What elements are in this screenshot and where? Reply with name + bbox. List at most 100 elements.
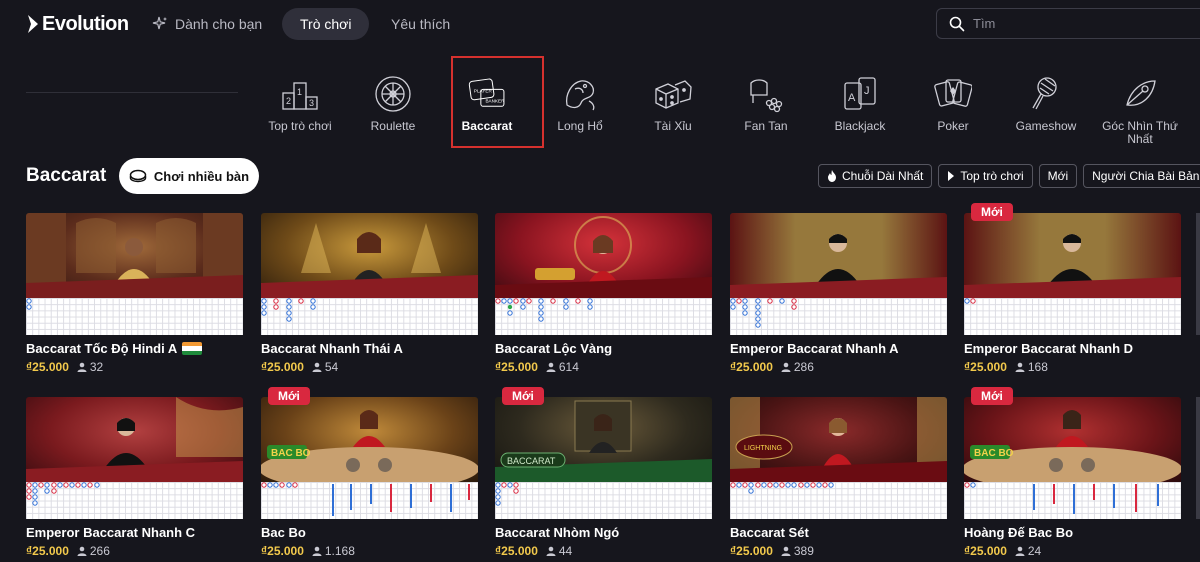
game-card[interactable]: Baccarat Lộc Vàng ₫25.000 614: [495, 213, 712, 374]
category-blackjack[interactable]: A J Blackjack: [815, 74, 905, 146]
game-thumbnail[interactable]: [495, 213, 712, 298]
player-count-value: 389: [793, 544, 814, 558]
player-count: 286: [781, 360, 814, 374]
game-title: Baccarat Sét: [730, 525, 809, 540]
new-badge: Mới: [971, 387, 1013, 405]
game-title: Baccarat Nhanh Thái A: [261, 341, 403, 356]
dealer-scene: BAC BO: [964, 410, 1181, 482]
logo-text: Evolution: [42, 12, 129, 35]
game-card[interactable]: Mới Emperor Baccarat Nhanh D ₫25.000 168: [964, 203, 1181, 374]
game-card[interactable]: Mới BAC BO Bac Bo ₫25.000 1.168: [261, 387, 478, 558]
svg-text:LIGHTNING: LIGHTNING: [744, 445, 782, 452]
min-bet: ₫25.000: [964, 544, 1007, 558]
game-thumbnail[interactable]: [964, 213, 1181, 298]
filter-new[interactable]: Mới: [1038, 164, 1078, 188]
dealer-scene: LIGHTNING: [730, 397, 947, 482]
roadmap-board: [26, 298, 243, 335]
player-count: 44: [546, 544, 572, 558]
game-title-row: Bac Bo: [261, 525, 478, 540]
search-input[interactable]: [973, 16, 1173, 31]
min-bet: ₫25.000: [730, 544, 773, 558]
game-card[interactable]: Mới BAC BO Hoàng Đế Bac Bo ₫25.000 24: [964, 387, 1181, 558]
game-title-row: Hoàng Đế Bac Bo: [964, 525, 1181, 540]
game-card[interactable]: Baccarat Nhanh Thái A ₫25.000 54: [261, 213, 478, 374]
fan-tan-icon: [746, 74, 786, 114]
roadmap-board: [495, 482, 712, 519]
game-title: Emperor Baccarat Nhanh C: [26, 525, 196, 540]
game-title: Baccarat Nhòm Ngó: [495, 525, 620, 540]
multi-table-icon: [129, 169, 147, 183]
game-thumbnail[interactable]: LIGHTNING: [730, 397, 947, 482]
min-bet: ₫25.000: [26, 360, 69, 374]
filter-label: Người Chia Bài Bản: [1092, 169, 1200, 183]
dealer-scene: [730, 213, 947, 298]
roadmap-board: [495, 298, 712, 335]
game-thumbnail[interactable]: BAC BO: [261, 397, 478, 482]
min-bet: ₫25.000: [730, 360, 773, 374]
roadmap-board: [261, 298, 478, 335]
min-bet: ₫25.000: [261, 544, 304, 558]
min-bet: ₫25.000: [26, 544, 69, 558]
game-meta: ₫25.000 54: [261, 360, 478, 374]
category-gameshow[interactable]: Gameshow: [1001, 74, 1091, 146]
category-sic-bo[interactable]: Tài Xỉu: [628, 74, 718, 146]
dealer-scene: BACCARAT: [495, 400, 712, 482]
user-icon: [1015, 362, 1025, 372]
svg-text:3: 3: [309, 98, 314, 108]
game-title-row: Baccarat Nhòm Ngó: [495, 525, 712, 540]
poker-cards-icon: [933, 74, 973, 114]
nav-for-you[interactable]: Dành cho bạn: [152, 8, 262, 40]
nav-favorites[interactable]: Yêu thích: [391, 8, 450, 40]
game-thumbnail[interactable]: [261, 213, 478, 298]
game-card[interactable]: Emperor Baccarat Nhanh A ₫25.000 286: [730, 213, 947, 374]
game-thumbnail[interactable]: [26, 213, 243, 298]
new-badge: Mới: [971, 203, 1013, 221]
player-count-value: 32: [89, 360, 104, 374]
category-top-games[interactable]: 1 2 3 Top trò chơi: [255, 74, 345, 146]
game-title-row: Baccarat Nhanh Thái A: [261, 341, 478, 356]
game-title: Emperor Baccarat Nhanh A: [730, 341, 899, 356]
multi-table-button[interactable]: Chơi nhiều bàn: [119, 158, 259, 194]
svg-text:2: 2: [286, 96, 291, 106]
player-count: 614: [546, 360, 579, 374]
filter-longest-streak[interactable]: Chuỗi Dài Nhất: [818, 164, 933, 188]
category-fan-tan[interactable]: Fan Tan: [721, 74, 811, 146]
game-thumbnail[interactable]: [26, 397, 243, 482]
filter-top-games[interactable]: Top trò chơi: [938, 164, 1033, 188]
section-title: Baccarat: [26, 165, 107, 186]
player-count: 54: [312, 360, 338, 374]
game-thumbnail[interactable]: BAC BO: [964, 397, 1181, 482]
game-title: Hoàng Đế Bac Bo: [964, 525, 1074, 540]
svg-text:J: J: [864, 85, 870, 97]
roadmap-board: [730, 482, 947, 519]
evolution-logo[interactable]: Evolution: [26, 12, 129, 36]
game-thumbnail[interactable]: BACCARAT: [495, 397, 712, 482]
game-title-row: Baccarat Sét: [730, 525, 947, 540]
search-box[interactable]: [936, 8, 1200, 39]
svg-text:A: A: [848, 92, 856, 104]
nav-games[interactable]: Trò chơi: [282, 8, 370, 40]
nav-games-label: Trò chơi: [300, 16, 352, 32]
category-roulette[interactable]: Roulette: [348, 74, 438, 146]
game-meta: ₫25.000 168: [964, 360, 1181, 374]
game-card[interactable]: Mới BACCARAT Baccarat Nhòm Ngó ₫25.000 4…: [495, 387, 712, 558]
user-icon: [546, 362, 556, 372]
min-bet: ₫25.000: [261, 360, 304, 374]
category-first-person[interactable]: Góc Nhìn Thứ Nhất: [1095, 74, 1185, 146]
player-count-value: 24: [1027, 544, 1042, 558]
roadmap-board: [26, 482, 243, 519]
game-card[interactable]: LIGHTNING Baccarat Sét ₫25.000 389: [730, 397, 947, 558]
player-count: 24: [1015, 544, 1041, 558]
category-label: Top trò chơi: [268, 119, 332, 133]
dealer-scene: BAC BO: [261, 410, 478, 482]
game-card[interactable]: Baccarat Tốc Độ Hindi A ₫25.000 32: [26, 213, 243, 374]
game-thumbnail[interactable]: [730, 213, 947, 298]
new-badge: Mới: [502, 387, 544, 405]
game-card[interactable]: Emperor Baccarat Nhanh C ₫25.000 266: [26, 397, 243, 558]
player-count: 32: [77, 360, 103, 374]
category-label: Blackjack: [834, 119, 886, 133]
category-dragon-tiger[interactable]: Long Hổ: [535, 74, 625, 146]
india-flag-icon: [182, 342, 203, 355]
filter-dealer[interactable]: Người Chia Bài Bản: [1083, 164, 1200, 188]
category-poker[interactable]: Poker: [908, 74, 998, 146]
